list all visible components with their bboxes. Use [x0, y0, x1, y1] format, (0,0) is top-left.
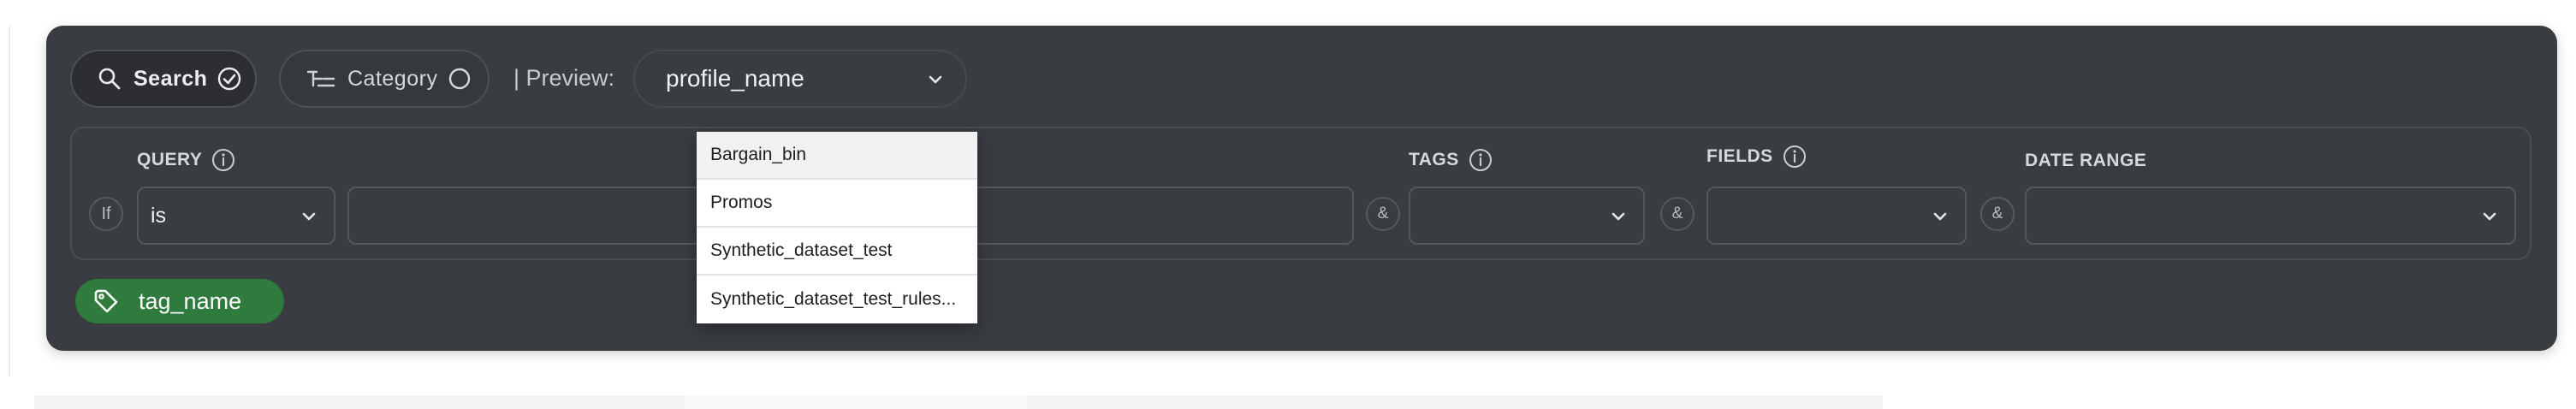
dropdown-option[interactable]: Promos [697, 180, 977, 228]
query-label: QUERY [137, 150, 203, 169]
radio-empty-icon [449, 68, 471, 90]
tags-label: TAGS [1409, 150, 1459, 169]
query-builder: QUERY TAGS FIELDS DATE RANGE If is & & & [70, 127, 2531, 260]
dropdown-option[interactable]: Synthetic_dataset_test [697, 228, 977, 276]
search-panel: Search Category | Preview: profile_name … [46, 26, 2557, 351]
info-icon[interactable] [1782, 144, 1807, 169]
search-mode-label: Search [134, 66, 208, 91]
background-content-strip [685, 395, 1027, 409]
fields-label: FIELDS [1706, 146, 1773, 166]
chevron-down-icon [1611, 212, 1625, 221]
chevron-down-icon [1933, 212, 1947, 221]
fields-header: FIELDS [1706, 144, 1807, 169]
chevron-down-icon [2483, 212, 2496, 221]
tags-header: TAGS [1409, 147, 1493, 173]
category-mode-label: Category [347, 66, 438, 91]
operator-select[interactable]: is [137, 187, 335, 245]
date-range-select[interactable] [2025, 187, 2516, 245]
info-icon[interactable] [1468, 147, 1493, 173]
left-edge-divider [9, 26, 10, 376]
preview-selected-value: profile_name [666, 65, 804, 92]
check-circle-icon [218, 67, 241, 91]
background-content-strip [34, 395, 685, 409]
fields-select[interactable] [1706, 187, 1967, 245]
chevron-down-icon [302, 212, 316, 221]
search-icon [98, 68, 121, 90]
if-connector: If [89, 197, 123, 231]
query-header: QUERY [137, 147, 236, 173]
date-range-label: DATE RANGE [2025, 151, 2147, 170]
tag-chip[interactable]: tag_name [75, 279, 284, 323]
and-connector: & [1980, 197, 2015, 231]
date-range-header: DATE RANGE [2025, 151, 2146, 171]
profile-dropdown-menu: Bargain_bin Promos Synthetic_dataset_tes… [697, 132, 977, 323]
chevron-down-icon [929, 75, 942, 84]
category-mode-button[interactable]: Category [279, 50, 490, 108]
background-content-strip [1027, 395, 1883, 409]
and-connector: & [1660, 197, 1695, 231]
operator-value: is [151, 203, 167, 228]
dropdown-option[interactable]: Synthetic_dataset_test_rules... [697, 276, 977, 323]
dropdown-option[interactable]: Bargain_bin [697, 132, 977, 180]
filter-list-icon [306, 70, 335, 87]
tag-icon [94, 289, 118, 313]
tags-select[interactable] [1409, 187, 1645, 245]
preview-profile-select[interactable]: profile_name [633, 50, 967, 108]
preview-label: | Preview: [513, 65, 615, 91]
search-mode-button[interactable]: Search [70, 50, 257, 108]
info-icon[interactable] [211, 147, 236, 173]
tag-name-label: tag_name [139, 287, 242, 314]
and-connector: & [1366, 197, 1400, 231]
